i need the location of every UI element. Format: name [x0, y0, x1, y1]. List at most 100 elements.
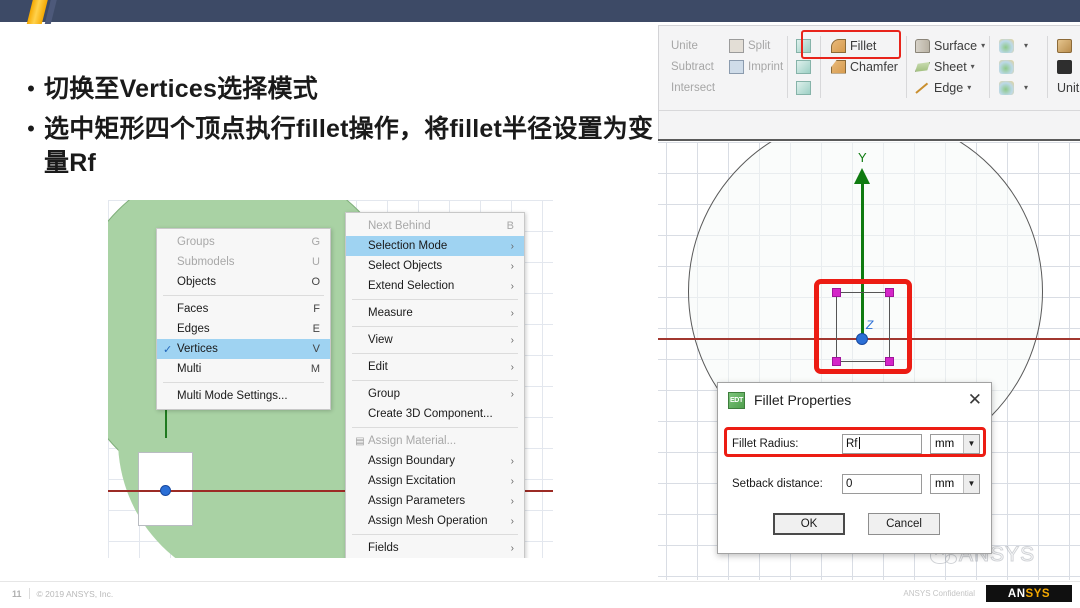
bullet-marker-icon: •	[27, 116, 35, 141]
sweep-around-axis-icon[interactable]	[796, 59, 811, 74]
ribbon-row-cs-3: ▾	[999, 77, 1028, 98]
coordinate-system-icon[interactable]	[999, 38, 1014, 53]
menu-item-measure[interactable]: Measure ›	[346, 303, 524, 323]
menu-item-extend-selection[interactable]: Extend Selection ›	[346, 276, 524, 296]
chevron-down-icon[interactable]: ▾	[981, 41, 985, 50]
footer-divider	[0, 581, 1080, 582]
units-button[interactable]: Unit	[1057, 81, 1079, 95]
menu-separator	[163, 382, 324, 383]
fillet-properties-dialog[interactable]: EDT Fillet Properties ✕ Fillet Radius: R…	[717, 382, 992, 554]
chevron-down-icon[interactable]: ▾	[971, 62, 975, 71]
ribbon-group-boolean: Unite Split Subtract Imprint Intersect	[667, 35, 783, 98]
ansys-logo-part-1: AN	[1007, 587, 1026, 600]
chevron-down-icon[interactable]: ▾	[967, 83, 971, 92]
sweep-along-path-icon[interactable]	[796, 80, 811, 95]
viewport-top-border	[658, 139, 1080, 141]
edge-button[interactable]: Edge	[934, 81, 963, 95]
imprint-icon	[729, 59, 744, 74]
menu-item-fields[interactable]: Fields ›	[346, 538, 524, 558]
menu-item-multi[interactable]: Multi M	[157, 359, 330, 379]
selection-mode-submenu[interactable]: Groups G Submodels U Objects O Faces F E…	[156, 228, 331, 410]
menu-item-vertices[interactable]: ✓ Vertices V	[157, 339, 330, 359]
origin-point-marker	[160, 485, 171, 496]
bullet-text-2: 选中矩形四个顶点执行fillet操作，将fillet半径设置为变量Rf	[44, 115, 654, 177]
chamfer-icon	[831, 59, 846, 74]
measure-volume-icon[interactable]	[1057, 38, 1072, 53]
sheet-icon	[915, 62, 930, 72]
menu-item-select-objects[interactable]: Select Objects ›	[346, 256, 524, 276]
chevron-down-icon[interactable]: ▾	[1024, 83, 1028, 92]
surface-button[interactable]: Surface	[934, 39, 977, 53]
menu-separator	[163, 295, 324, 296]
menu-item-multi-mode-settings[interactable]: Multi Mode Settings...	[157, 386, 330, 406]
object-coordinate-system-icon[interactable]	[999, 80, 1014, 95]
menu-item-accelerator: G	[311, 236, 320, 248]
menu-item-next-behind[interactable]: Next Behind B	[346, 216, 524, 236]
close-icon[interactable]: ✕	[968, 391, 982, 408]
menu-item-assign-boundary[interactable]: Assign Boundary ›	[346, 451, 524, 471]
chevron-down-icon[interactable]: ▾	[1024, 41, 1028, 50]
menu-item-assign-parameters[interactable]: Assign Parameters ›	[346, 491, 524, 511]
chevron-right-icon: ›	[510, 361, 514, 373]
menu-item-faces[interactable]: Faces F	[157, 299, 330, 319]
left-screenshot-sketch-with-menus: Groups G Submodels U Objects O Faces F E…	[108, 200, 553, 558]
chevron-right-icon: ›	[510, 475, 514, 487]
modeler-ribbon-toolbar: Unite Split Subtract Imprint Intersect F	[658, 25, 1080, 140]
menu-separator	[352, 299, 518, 300]
menu-item-accelerator: E	[312, 323, 320, 335]
chamfer-button[interactable]: Chamfer	[850, 60, 898, 74]
menu-item-label: Edit	[368, 361, 388, 373]
split-button[interactable]: Split	[748, 40, 770, 52]
menu-separator	[352, 353, 518, 354]
ribbon-bottom-divider	[659, 110, 1080, 111]
origin-point-marker	[856, 333, 868, 345]
menu-item-create-3d-component[interactable]: Create 3D Component...	[346, 404, 524, 424]
ribbon-divider-3	[906, 36, 907, 98]
cancel-button[interactable]: Cancel	[868, 513, 940, 535]
menu-item-objects[interactable]: Objects O	[157, 272, 330, 292]
chevron-down-icon[interactable]: ▼	[963, 474, 979, 493]
menu-item-label: Assign Mesh Operation	[368, 515, 488, 527]
menu-item-label: Edges	[177, 323, 210, 335]
menu-item-selection-mode[interactable]: Selection Mode ›	[346, 236, 524, 256]
menu-item-assign-mesh-operation[interactable]: Assign Mesh Operation ›	[346, 511, 524, 531]
menu-separator	[352, 427, 518, 428]
menu-item-label: Create 3D Component...	[368, 408, 493, 420]
y-axis-label: Y	[858, 150, 867, 165]
menu-item-label: Assign Parameters	[368, 495, 466, 507]
menu-item-assign-material[interactable]: ▤ Assign Material...	[346, 431, 524, 451]
setback-distance-row: Setback distance: 0 mm ▼	[732, 473, 980, 494]
unite-button[interactable]: Unite	[671, 40, 729, 52]
face-coordinate-system-icon[interactable]	[999, 59, 1014, 74]
chevron-right-icon: ›	[510, 495, 514, 507]
menu-item-label: Multi Mode Settings...	[177, 390, 288, 402]
menu-item-group[interactable]: Group ›	[346, 384, 524, 404]
menu-item-accelerator: U	[312, 256, 320, 268]
imprint-button[interactable]: Imprint	[748, 61, 783, 73]
ribbon-row-surface: Surface ▾	[915, 35, 985, 56]
menu-item-submodels[interactable]: Submodels U	[157, 252, 330, 272]
menu-separator	[352, 380, 518, 381]
intersect-button[interactable]: Intersect	[671, 82, 729, 94]
menu-item-edit[interactable]: Edit ›	[346, 357, 524, 377]
selected-vertices-highlight-annotation	[814, 279, 912, 374]
menu-item-edges[interactable]: Edges E	[157, 319, 330, 339]
menu-item-accelerator: O	[311, 276, 320, 288]
sheet-button[interactable]: Sheet	[934, 60, 967, 74]
ok-button[interactable]: OK	[773, 513, 845, 535]
setback-distance-label: Setback distance:	[732, 477, 823, 490]
setback-distance-unit-value: mm	[935, 477, 955, 490]
measure-length-icon[interactable]	[1057, 59, 1072, 74]
menu-item-assign-excitation[interactable]: Assign Excitation ›	[346, 471, 524, 491]
viewport-context-menu[interactable]: Next Behind B Selection Mode › Select Ob…	[345, 212, 525, 558]
chevron-right-icon: ›	[510, 280, 514, 292]
menu-item-groups[interactable]: Groups G	[157, 232, 330, 252]
dialog-title-bar: EDT Fillet Properties	[718, 383, 993, 417]
menu-separator	[352, 326, 518, 327]
menu-item-view[interactable]: View ›	[346, 330, 524, 350]
setback-distance-input[interactable]: 0	[842, 473, 922, 494]
menu-item-label: Objects	[177, 276, 216, 288]
subtract-button[interactable]: Subtract	[671, 61, 729, 73]
ribbon-row-cs-2	[999, 56, 1028, 77]
setback-distance-unit-select[interactable]: mm ▼	[930, 473, 980, 494]
